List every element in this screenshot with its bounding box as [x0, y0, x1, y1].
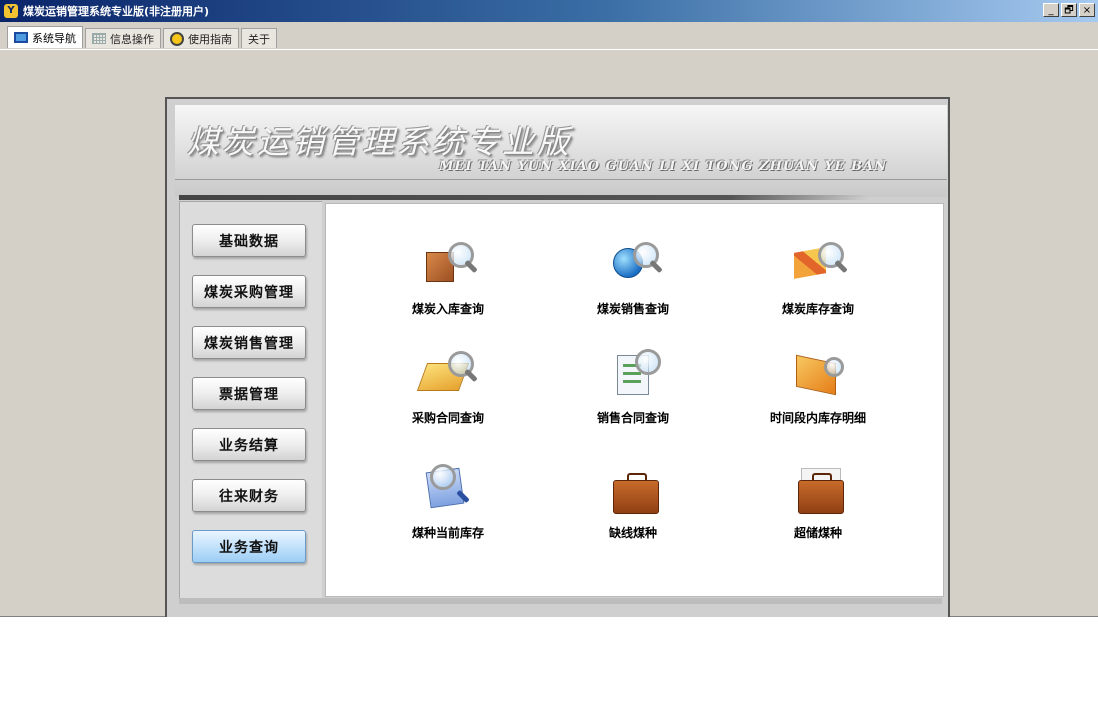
tab-label: 系统导航: [32, 31, 76, 45]
search-document-icon: [418, 464, 478, 516]
sidebar-item-business-settlement[interactable]: 业务结算: [192, 428, 306, 461]
close-button[interactable]: ×: [1079, 3, 1095, 17]
query-item-label: 缺线煤种: [608, 526, 657, 540]
sidebar-item-purchase-management[interactable]: 煤炭采购管理: [192, 275, 306, 308]
nav-icon: [14, 32, 28, 43]
query-item-purchase-contract[interactable]: 采购合同查询: [363, 349, 533, 426]
banner-divider: [175, 179, 947, 180]
query-item-shortage-coal-type[interactable]: 缺线煤种: [548, 464, 718, 541]
query-item-label: 煤炭销售查询: [596, 302, 669, 316]
sidebar-item-bill-management[interactable]: 票据管理: [192, 377, 306, 410]
query-item-label: 销售合同查询: [596, 411, 669, 425]
query-item-label: 采购合同查询: [411, 411, 484, 425]
query-item-coal-inventory[interactable]: 煤炭库存查询: [733, 240, 903, 317]
sidebar-item-business-query[interactable]: 业务查询: [192, 530, 306, 563]
grid-icon: [92, 33, 106, 44]
banner: 煤炭运销管理系统专业版 MEI TAN YUN XIAO GUAN LI XI …: [175, 105, 947, 197]
sidebar-item-accounts-finance[interactable]: 往来财务: [192, 479, 306, 512]
sidebar-item-sales-management[interactable]: 煤炭销售管理: [192, 326, 306, 359]
tab-about[interactable]: 关于: [241, 28, 277, 48]
query-content-area: 煤炭入库查询 煤炭销售查询 煤炭库存查询 采购合同查询 销售合同查询 时间段内库…: [325, 203, 944, 597]
cubes-search-icon: [788, 240, 848, 292]
title-bar: Y 煤炭运销管理系统专业版(非注册用户) _ 🗗 ×: [0, 0, 1098, 22]
query-item-sales-contract[interactable]: 销售合同查询: [548, 349, 718, 426]
query-item-coal-inbound[interactable]: 煤炭入库查询: [363, 240, 533, 317]
window-title: 煤炭运销管理系统专业版(非注册用户): [23, 5, 210, 18]
query-item-label: 煤炭入库查询: [411, 302, 484, 316]
sidebar-item-basic-data[interactable]: 基础数据: [192, 224, 306, 257]
query-item-label: 时间段内库存明细: [769, 411, 866, 425]
banner-shadow: [179, 195, 869, 200]
restore-button[interactable]: 🗗: [1061, 3, 1077, 17]
sidebar: 基础数据 煤炭采购管理 煤炭销售管理 票据管理 业务结算 往来财务 业务查询: [179, 201, 322, 599]
document-search-icon: [603, 349, 663, 401]
tab-system-navigation[interactable]: 系统导航: [7, 26, 83, 48]
tab-label: 信息操作: [110, 32, 154, 46]
briefcase-icon: [603, 464, 663, 516]
tab-label: 关于: [248, 32, 270, 46]
globe-search-icon: [603, 240, 663, 292]
banner-subtitle: MEI TAN YUN XIAO GUAN LI XI TONG ZHUAN Y…: [439, 159, 887, 174]
query-item-overstock-coal-type[interactable]: 超储煤种: [733, 464, 903, 541]
box-search-icon: [418, 240, 478, 292]
app-window: Y 煤炭运销管理系统专业版(非注册用户) _ 🗗 × 系统导航 信息操作 使用指…: [0, 0, 1098, 617]
app-logo-icon: Y: [4, 4, 18, 18]
banner-title: 煤炭运销管理系统专业版: [187, 123, 573, 161]
briefcase-papers-icon: [788, 464, 848, 516]
tab-bar: 系统导航 信息操作 使用指南 关于: [0, 26, 1098, 50]
window-controls: _ 🗗 ×: [1043, 3, 1095, 17]
tab-label: 使用指南: [188, 32, 232, 46]
query-item-label: 煤种当前库存: [411, 526, 484, 540]
minimize-button[interactable]: _: [1043, 3, 1059, 17]
query-item-current-coal-stock[interactable]: 煤种当前库存: [363, 464, 533, 541]
query-item-label: 煤炭库存查询: [781, 302, 854, 316]
query-item-period-inventory-detail[interactable]: 时间段内库存明细: [733, 349, 903, 426]
navigation-panel: 煤炭运销管理系统专业版 MEI TAN YUN XIAO GUAN LI XI …: [165, 97, 950, 617]
tab-info-operation[interactable]: 信息操作: [85, 28, 161, 48]
query-item-label: 超储煤种: [793, 526, 842, 540]
panel-chart-icon: [788, 349, 848, 401]
panel-bottom-edge: [179, 598, 942, 604]
folder-search-icon: [416, 349, 478, 401]
guide-icon: [170, 31, 184, 46]
query-item-coal-sales[interactable]: 煤炭销售查询: [548, 240, 718, 317]
tab-user-guide[interactable]: 使用指南: [163, 28, 239, 48]
